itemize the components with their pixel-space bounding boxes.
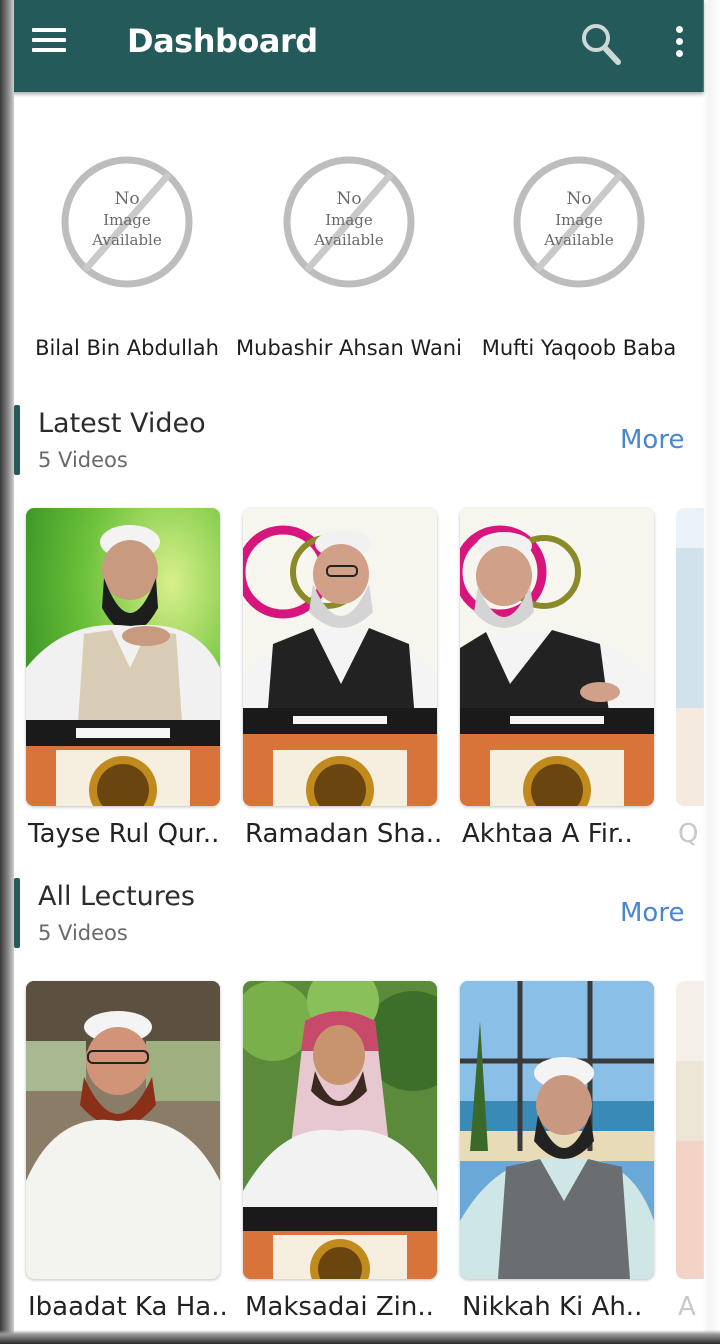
section-count-all-lectures: 5 Videos bbox=[38, 921, 128, 945]
more-all-lectures-link[interactable]: More bbox=[620, 898, 684, 928]
no-image-line-3: Available bbox=[91, 231, 162, 249]
app-bar: Dashboard bbox=[8, 0, 704, 92]
no-image-line-3: Available bbox=[543, 231, 614, 249]
screen-edge-bottom bbox=[0, 1330, 720, 1344]
section-accent-bar bbox=[14, 878, 20, 948]
scholar-item[interactable]: No Image Available Mufti Yaqoob Baba bbox=[466, 152, 692, 360]
scholar-name: Mufti Yaqoob Baba bbox=[481, 336, 677, 360]
lecture-title: Ibaadat Ka Ha.. bbox=[28, 1292, 228, 1322]
scholar-item[interactable]: No Image Available Mubashir Ahsan Wani bbox=[236, 152, 462, 360]
video-thumbnail[interactable] bbox=[26, 508, 220, 806]
lecture-title-peek: A bbox=[678, 1292, 696, 1322]
no-image-line-1: No bbox=[114, 189, 139, 209]
no-image-placeholder: No Image Available bbox=[57, 152, 197, 292]
no-image-line-1: No bbox=[336, 189, 361, 209]
lecture-title: Nikkah Ki Ah.. bbox=[462, 1292, 643, 1322]
scholar-item[interactable]: No Image Available Bilal Bin Abdullah bbox=[14, 152, 240, 360]
no-image-placeholder: No Image Available bbox=[509, 152, 649, 292]
screen-edge-left bbox=[0, 0, 14, 1344]
video-thumbnail[interactable] bbox=[460, 508, 654, 806]
lecture-thumbnail[interactable] bbox=[460, 981, 654, 1279]
page-title: Dashboard bbox=[127, 22, 318, 60]
lecture-thumbnail[interactable] bbox=[243, 981, 437, 1279]
section-title-all-lectures: All Lectures bbox=[38, 881, 195, 912]
scholar-name: Mubashir Ahsan Wani bbox=[236, 336, 462, 360]
section-accent-bar bbox=[14, 405, 20, 475]
no-image-line-1: No bbox=[566, 189, 591, 209]
dashboard-screen: Dashboard No Image Available Bilal Bin A… bbox=[0, 0, 720, 1344]
video-title: Akhtaa A Fir.. bbox=[462, 819, 633, 849]
lecture-thumbnail-peek[interactable] bbox=[676, 981, 704, 1279]
no-image-line-2: Image bbox=[555, 211, 603, 229]
section-title-latest-video: Latest Video bbox=[38, 408, 206, 439]
video-thumbnail-peek[interactable] bbox=[676, 508, 704, 806]
section-count-latest-video: 5 Videos bbox=[38, 448, 128, 472]
video-title: Tayse Rul Qur.. bbox=[28, 819, 220, 849]
video-thumbnail[interactable] bbox=[243, 508, 437, 806]
no-image-line-3: Available bbox=[313, 231, 384, 249]
no-image-line-2: Image bbox=[325, 211, 373, 229]
no-image-placeholder: No Image Available bbox=[279, 152, 419, 292]
lecture-thumbnail[interactable] bbox=[26, 981, 220, 1279]
scholar-list: No Image Available Bilal Bin Abdullah No… bbox=[14, 92, 704, 382]
video-title-peek: Q bbox=[678, 819, 699, 849]
overflow-menu-icon[interactable] bbox=[672, 26, 686, 62]
screen-edge-right bbox=[702, 0, 720, 1344]
search-icon[interactable] bbox=[580, 22, 622, 66]
lecture-title: Maksadai Zin.. bbox=[245, 1292, 434, 1322]
no-image-line-2: Image bbox=[103, 211, 151, 229]
more-latest-video-link[interactable]: More bbox=[620, 425, 684, 455]
menu-icon[interactable] bbox=[32, 28, 66, 56]
video-title: Ramadan Sha.. bbox=[245, 819, 443, 849]
scholar-name: Bilal Bin Abdullah bbox=[35, 336, 219, 360]
